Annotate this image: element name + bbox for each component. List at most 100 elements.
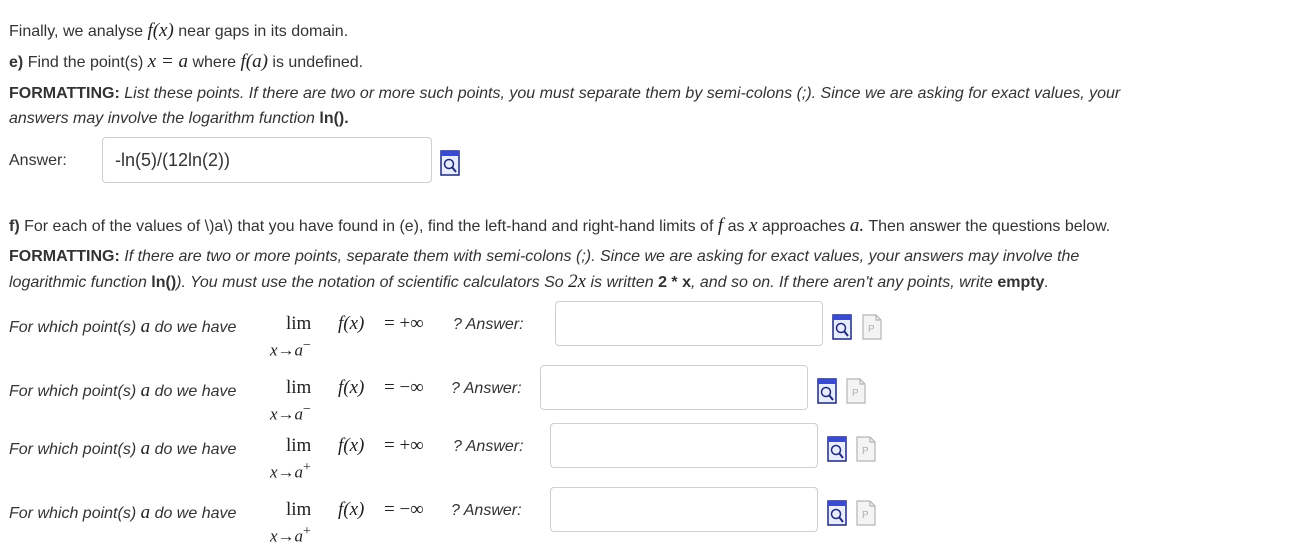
part-f-x: x [748,215,758,236]
formatting-text: List these points. If there are two or m… [124,85,1121,102]
svg-text:P: P [862,446,869,457]
limit-sup: + [303,460,311,475]
question-prefix: For which point(s) a do we have [9,380,236,402]
preview-icon[interactable] [817,378,837,409]
preview-icon[interactable] [832,314,852,345]
part-f-text1: For each of the values of \)a\) that you… [24,218,714,235]
question-prefix-text: For which point(s) [9,441,137,458]
question-suffix: ? Answer: [451,380,522,397]
part-f-text2: as [727,218,745,235]
part-f-f: f [717,215,724,236]
part-e-formatting-1: FORMATTING: List these points. If there … [9,82,1120,106]
limit-lim: lim [286,499,312,520]
part-f-label: f) [9,218,20,235]
part-e-eq: x = a [147,51,189,72]
answer-e-input[interactable] [102,137,432,183]
limit-fx: f(x) [338,313,365,334]
question-prefix-text: For which point(s) [9,505,137,522]
limit-lim: lim [286,435,312,456]
part-f-formatting-1: FORMATTING: If there are two or more poi… [9,245,1079,269]
limit-sup: − [303,338,311,353]
preview-icon[interactable] [827,436,847,467]
two-star-x: 2 * x [658,274,691,291]
question-var-a: a [140,380,151,401]
limit-eq: = −∞ [384,377,424,398]
question-mid-text: do we have [154,319,237,336]
preview-icon[interactable] [440,150,460,181]
limit-subscript: x→a+ [270,524,311,547]
question-mid-text: do we have [154,441,237,458]
intro-text-after: near gaps in its domain. [178,23,349,40]
question-suffix: ? Answer: [453,438,524,455]
formatting-text: , and so on. If there aren't any points,… [690,274,993,291]
limit-eq: = +∞ [384,313,424,334]
part-f-text3: approaches [761,218,846,235]
question-prefix: For which point(s) a do we have [9,438,236,460]
svg-text:P: P [862,510,869,521]
preview-icon[interactable] [827,500,847,531]
intro-fx: f(x) [147,20,174,41]
formatting-label: FORMATTING: [9,248,120,265]
part-f-formatting-2: logarithmic function ln()). You must use… [9,270,1049,295]
formatting-label: FORMATTING: [9,85,120,102]
pdf-icon[interactable]: P [856,500,876,531]
ln-label: ln(). [319,110,349,127]
limit-sub-text: x→a [270,340,304,360]
formatting-text: logarithmic function [9,274,147,291]
part-e-text1: Find the point(s) [27,54,144,71]
question-var-a: a [140,316,151,337]
part-e-formatting-2: answers may involve the logarithm functi… [9,107,349,131]
pdf-icon[interactable]: P [846,378,866,409]
limit-sup: − [303,402,311,417]
formatting-text: is written [590,274,654,291]
limit-subscript: x→a+ [270,460,311,483]
question-suffix: ? Answer: [451,502,522,519]
limit-lim: lim [286,377,312,398]
limit-subscript: x→a− [270,338,311,361]
limit-sub-text: x→a [270,462,304,482]
ln-label: ln() [151,274,177,291]
limit-sub-text: x→a [270,404,304,424]
limit-lim: lim [286,313,312,334]
intro-line: Finally, we analyse f(x) near gaps in it… [9,19,348,44]
limit-sub-text: x→a [270,526,304,546]
question-var-a: a [140,438,151,459]
pdf-icon[interactable]: P [856,436,876,467]
question-var-a: a [140,502,151,523]
svg-text:P: P [868,324,875,335]
answer-f2-input[interactable] [540,365,808,410]
period: . [1044,274,1049,291]
limit-fx: f(x) [338,499,365,520]
limit-sup: + [303,524,311,539]
answer-label: Answer: [9,152,67,169]
formatting-text: If there are two or more points, separat… [124,248,1080,265]
part-f-a: a. [849,215,865,236]
limit-fx: f(x) [338,435,365,456]
limit-fx: f(x) [338,377,365,398]
pdf-icon[interactable]: P [862,314,882,345]
question-prefix-text: For which point(s) [9,319,137,336]
question-suffix: ? Answer: [453,316,524,333]
question-prefix: For which point(s) a do we have [9,316,236,338]
svg-text:P: P [852,388,859,399]
limit-eq: = −∞ [384,499,424,520]
empty-word: empty [997,274,1045,291]
part-f-question: f) For each of the values of \)a\) that … [9,214,1110,239]
two-x: 2x [568,271,587,292]
part-e-text2: where [192,54,237,71]
part-e-fa: f(a) [240,51,268,72]
answer-f3-input[interactable] [550,423,818,468]
part-e-text3: is undefined. [272,54,364,71]
limit-subscript: x→a− [270,402,311,425]
part-f-text4: Then answer the questions below. [868,218,1111,235]
part-e-label: e) [9,54,24,71]
part-e-question: e) Find the point(s) x = a where f(a) is… [9,50,363,75]
limit-eq: = +∞ [384,435,424,456]
question-prefix-text: For which point(s) [9,383,137,400]
answer-f1-input[interactable] [555,301,823,346]
formatting-text: ). You must use the notation of scientif… [176,274,564,291]
formatting-text: answers may involve the logarithm functi… [9,110,315,127]
question-mid-text: do we have [154,383,237,400]
answer-f4-input[interactable] [550,487,818,532]
question-mid-text: do we have [154,505,237,522]
